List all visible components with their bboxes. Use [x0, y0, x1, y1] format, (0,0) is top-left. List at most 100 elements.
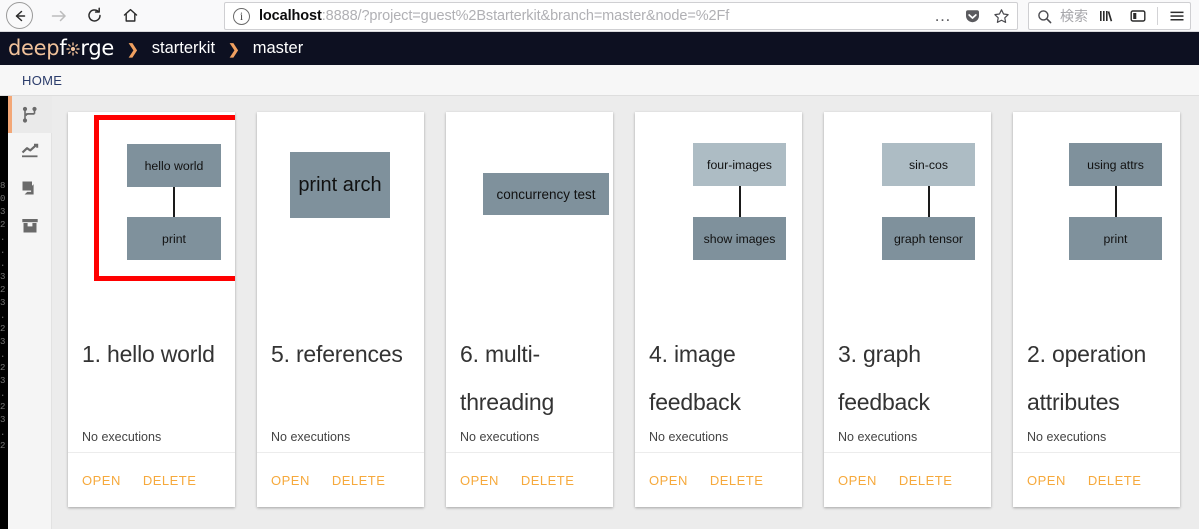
browser-right-controls: [1090, 0, 1199, 32]
logo-text-f: f: [59, 36, 67, 60]
card-status: No executions: [271, 430, 351, 444]
toolbar-divider: [1157, 7, 1158, 25]
branch-icon: [20, 105, 40, 125]
search-icon: [1038, 9, 1052, 23]
chart-icon: [20, 142, 40, 162]
breadcrumb-branch[interactable]: master: [253, 39, 303, 58]
page-actions-icon[interactable]: …: [930, 4, 956, 28]
card-actions: OPEN DELETE: [1013, 452, 1180, 507]
tab-home[interactable]: HOME: [22, 73, 62, 88]
address-bar-actions: …: [930, 4, 1014, 28]
card-title: 2. operation attributes: [1027, 341, 1147, 415]
url-path: :8888/?project=guest%2Bstarterkit&branch…: [321, 8, 730, 24]
tab-bar: HOME: [0, 65, 1199, 96]
site-info-icon[interactable]: i: [233, 7, 250, 25]
breadcrumb-separator-2: ❯: [228, 41, 240, 57]
sidebar-item-executions[interactable]: [8, 133, 52, 170]
pipeline-node: using attrs: [1069, 143, 1162, 186]
library-icon[interactable]: [1090, 2, 1122, 30]
card-status: No executions: [1027, 430, 1107, 444]
pipeline-card-grid: hello world print 1. hello world No exec…: [68, 112, 1180, 507]
pipeline-node: print arch: [290, 152, 390, 218]
app-sidebar: [8, 96, 52, 529]
pipeline-thumbnail[interactable]: four-images show images: [635, 112, 802, 312]
pipeline-node: hello world: [127, 144, 221, 187]
gear-icon: [66, 39, 81, 56]
delete-button[interactable]: DELETE: [710, 473, 764, 488]
card-actions: OPEN DELETE: [635, 452, 802, 507]
card-title: 6. multi-threading: [460, 341, 555, 415]
card-body: 6. multi-threading No executions: [446, 312, 613, 452]
open-button[interactable]: OPEN: [649, 473, 688, 488]
home-icon[interactable]: [113, 2, 147, 30]
search-placeholder: 検索: [1060, 8, 1088, 24]
forward-icon[interactable]: [41, 2, 75, 30]
delete-button[interactable]: DELETE: [521, 473, 575, 488]
pipeline-edge: [1115, 186, 1117, 217]
open-button[interactable]: OPEN: [271, 473, 310, 488]
card-body: 4. image feedback No executions: [635, 312, 802, 452]
open-button[interactable]: OPEN: [1027, 473, 1066, 488]
delete-button[interactable]: DELETE: [899, 473, 953, 488]
layers-icon: [20, 179, 40, 199]
deepforge-logo[interactable]: deep f rge: [8, 38, 114, 59]
sidebar-item-artifacts[interactable]: [8, 170, 52, 207]
open-button[interactable]: OPEN: [460, 473, 499, 488]
bookmark-star-icon[interactable]: [988, 4, 1014, 28]
open-button[interactable]: OPEN: [82, 473, 121, 488]
address-bar[interactable]: i localhost:8888/?project=guest%2Bstarte…: [224, 2, 1018, 30]
pipeline-card[interactable]: concurrency test 6. multi-threading No e…: [446, 112, 613, 507]
pipeline-edge: [173, 187, 175, 217]
card-title: 5. references: [271, 341, 403, 367]
card-status: No executions: [82, 430, 162, 444]
card-body: 3. graph feedback No executions: [824, 312, 991, 452]
back-icon[interactable]: [6, 2, 33, 29]
background-terminal-edge: 8 0 3 2 . . . 3 2 3 . 2 3 . 2 3 . 2 3 . …: [0, 96, 8, 529]
pipeline-thumbnail[interactable]: hello world print: [68, 112, 235, 312]
url-host: localhost: [259, 8, 322, 24]
sidebar-item-pipelines[interactable]: [8, 96, 52, 133]
delete-button[interactable]: DELETE: [332, 473, 386, 488]
pocket-icon[interactable]: [959, 4, 985, 28]
hamburger-menu-icon[interactable]: [1161, 2, 1193, 30]
card-body: 2. operation attributes No executions: [1013, 312, 1180, 452]
pipeline-thumbnail[interactable]: using attrs print: [1013, 112, 1180, 312]
breadcrumb-project[interactable]: starterkit: [152, 39, 215, 58]
card-title: 4. image feedback: [649, 341, 741, 415]
pipeline-card[interactable]: hello world print 1. hello world No exec…: [68, 112, 235, 507]
sidebar-item-resources[interactable]: [8, 207, 52, 244]
pipeline-card[interactable]: using attrs print 2. operation attribute…: [1013, 112, 1180, 507]
reload-icon[interactable]: [77, 2, 111, 30]
card-actions: OPEN DELETE: [68, 452, 235, 507]
card-status: No executions: [460, 430, 540, 444]
address-bar-container: i localhost:8888/?project=guest%2Bstarte…: [224, 2, 1018, 30]
pipeline-card[interactable]: four-images show images 4. image feedbac…: [635, 112, 802, 507]
card-actions: OPEN DELETE: [257, 452, 424, 507]
browser-toolbar: i localhost:8888/?project=guest%2Bstarte…: [0, 0, 1199, 32]
pipeline-card[interactable]: sin-cos graph tensor 3. graph feedback N…: [824, 112, 991, 507]
logo-text-deep: deep: [8, 36, 60, 60]
logo-text-rge: rge: [80, 36, 115, 60]
card-status: No executions: [649, 430, 729, 444]
pipeline-card[interactable]: print arch 5. references No executions O…: [257, 112, 424, 507]
breadcrumb-separator-1: ❯: [127, 41, 139, 57]
card-actions: OPEN DELETE: [824, 452, 991, 507]
pipeline-thumbnail[interactable]: concurrency test: [446, 112, 613, 312]
pipeline-thumbnail[interactable]: print arch: [257, 112, 424, 312]
card-body: 1. hello world No executions: [68, 312, 235, 452]
pipeline-node: show images: [693, 217, 786, 260]
pipeline-edge: [928, 186, 930, 217]
pipeline-node: graph tensor: [882, 217, 975, 260]
card-title: 3. graph feedback: [838, 341, 930, 415]
sidebar-toggle-icon[interactable]: [1122, 2, 1154, 30]
pipeline-edge: [739, 186, 741, 217]
pipeline-thumbnail[interactable]: sin-cos graph tensor: [824, 112, 991, 312]
pipeline-node: four-images: [693, 143, 786, 186]
delete-button[interactable]: DELETE: [143, 473, 197, 488]
pipeline-node: print: [127, 217, 221, 260]
terminal-ghost-text: 8 0 3 2 . . . 3 2 3 . 2 3 . 2 3 . 2 3 . …: [0, 181, 6, 451]
card-body: 5. references No executions: [257, 312, 424, 452]
pipeline-node: sin-cos: [882, 143, 975, 186]
open-button[interactable]: OPEN: [838, 473, 877, 488]
delete-button[interactable]: DELETE: [1088, 473, 1142, 488]
